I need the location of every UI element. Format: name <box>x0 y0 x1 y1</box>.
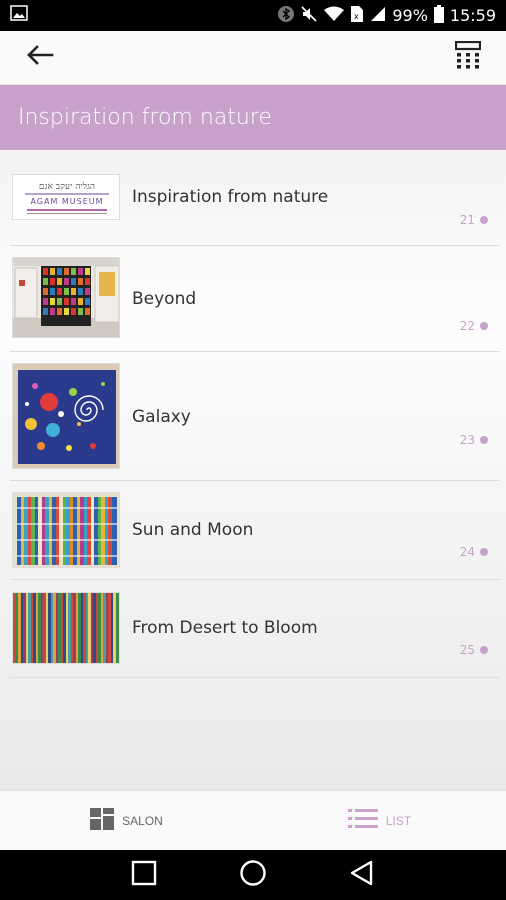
item-label: From Desert to Bloom <box>132 618 318 638</box>
item-label: Sun and Moon <box>132 520 254 540</box>
logo-line-1: הגליה יעקב אגם <box>39 181 95 192</box>
list-icon <box>347 808 378 833</box>
salon-grid-icon <box>90 808 115 833</box>
status-bar: x 99% 15:59 <box>0 0 506 31</box>
list-item[interactable]: From Desert to Bloom 25 <box>0 580 506 678</box>
calculator-icon <box>454 40 482 74</box>
battery-percent: 99% <box>392 6 428 25</box>
tab-list[interactable]: LIST <box>253 791 506 850</box>
dot-icon <box>480 436 488 444</box>
title-banner: Inspiration from nature <box>0 85 506 150</box>
list-item[interactable]: Beyond 22 <box>0 246 506 351</box>
list-item[interactable]: הגליה יעקב אגם AGAM MUSEUM Inspiration f… <box>0 150 506 245</box>
back-nav-icon <box>349 860 375 891</box>
artwork-list: הגליה יעקב אגם AGAM MUSEUM Inspiration f… <box>0 150 506 790</box>
item-label: Beyond <box>132 289 197 309</box>
tab-salon-label: SALON <box>122 813 163 828</box>
home-button[interactable] <box>233 855 273 895</box>
status-right: x 99% 15:59 <box>278 4 496 27</box>
list-item[interactable]: Sun and Moon 24 <box>0 481 506 579</box>
dot-icon <box>480 322 488 330</box>
back-nav-button[interactable] <box>342 855 382 895</box>
item-number: 21 <box>460 213 488 227</box>
back-arrow-icon <box>26 44 54 71</box>
calculator-button[interactable] <box>452 40 484 74</box>
sun-and-moon-thumbnail <box>12 492 120 568</box>
logo-line-2: AGAM MUSEUM <box>30 197 103 206</box>
signal-icon <box>370 6 386 26</box>
recent-apps-button[interactable] <box>124 855 164 895</box>
list-item[interactable]: Galaxy 23 <box>0 352 506 480</box>
item-number: 22 <box>460 319 488 333</box>
bottom-tabs: SALON LIST <box>0 790 506 850</box>
galaxy-thumbnail <box>12 363 120 469</box>
item-label: Inspiration from nature <box>132 187 329 207</box>
item-number: 23 <box>460 433 488 447</box>
item-number: 25 <box>460 643 488 657</box>
status-left <box>10 5 28 26</box>
item-number: 24 <box>460 545 488 559</box>
tab-salon[interactable]: SALON <box>0 791 253 850</box>
agam-museum-logo: הגליה יעקב אגם AGAM MUSEUM <box>12 174 120 220</box>
dot-icon <box>480 548 488 556</box>
system-nav-bar <box>0 850 506 900</box>
divider <box>10 677 500 678</box>
item-label: Galaxy <box>132 407 191 427</box>
home-icon <box>239 859 267 892</box>
dot-icon <box>480 646 488 654</box>
item-number-text: 22 <box>459 319 475 333</box>
item-number-text: 21 <box>459 213 475 227</box>
battery-icon <box>433 4 444 27</box>
beyond-thumbnail <box>12 257 120 338</box>
image-icon <box>10 5 28 26</box>
svg-text:x: x <box>354 12 359 21</box>
tab-list-label: LIST <box>385 813 412 828</box>
recent-apps-icon <box>131 860 157 891</box>
sim-icon: x <box>350 5 364 27</box>
status-time: 15:59 <box>449 6 496 25</box>
page-title: Inspiration from nature <box>18 105 272 130</box>
app-bar <box>0 31 506 85</box>
item-number-text: 24 <box>459 545 475 559</box>
wifi-icon <box>324 6 345 26</box>
bluetooth-icon <box>278 5 295 27</box>
item-number-text: 25 <box>459 643 475 657</box>
mute-icon <box>300 5 318 27</box>
dot-icon <box>480 216 488 224</box>
desert-to-bloom-thumbnail <box>12 592 120 664</box>
back-button[interactable] <box>24 42 56 74</box>
item-number-text: 23 <box>459 433 475 447</box>
